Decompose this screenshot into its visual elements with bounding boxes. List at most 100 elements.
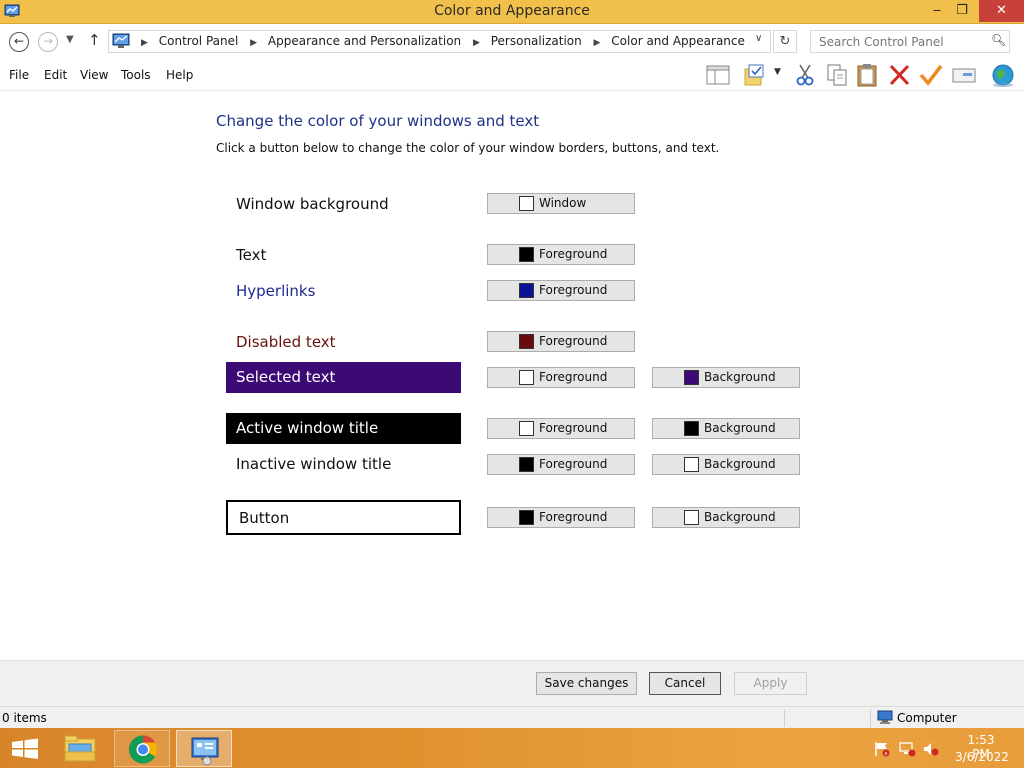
status-bar: 0 items Computer [0, 706, 1024, 728]
restore-button[interactable]: ❐ [950, 0, 974, 22]
breadcrumb-separator[interactable]: ▶ [473, 38, 480, 48]
window-background-button[interactable]: Window [487, 193, 635, 214]
minimize-button[interactable]: ‒ [926, 0, 948, 22]
control-panel-icon [112, 33, 130, 48]
selected-text-background-button[interactable]: Background [652, 367, 800, 388]
chevron-down-icon[interactable]: ▼ [774, 67, 786, 79]
button-label: Foreground [539, 510, 608, 524]
breadcrumb: ▶ Control Panel ▶ Appearance and Persona… [133, 34, 745, 48]
menu-view[interactable]: View [80, 68, 108, 82]
color-swatch [519, 334, 534, 349]
label-hyperlinks: Hyperlinks [236, 282, 316, 300]
menu-file[interactable]: File [9, 68, 29, 82]
label-inactive-window-title: Inactive window title [236, 455, 392, 473]
menu-tools[interactable]: Tools [121, 68, 151, 82]
layout-pane-icon[interactable] [706, 63, 732, 87]
button-label: Foreground [539, 334, 608, 348]
taskbar-control-panel[interactable] [176, 730, 232, 767]
volume-muted-icon[interactable] [922, 741, 940, 757]
copy-icon[interactable] [824, 63, 850, 87]
breadcrumb-control-panel[interactable]: Control Panel [159, 34, 239, 48]
breadcrumb-personalization[interactable]: Personalization [491, 34, 582, 48]
label-button: Button [226, 500, 461, 535]
color-swatch [519, 196, 534, 211]
button-label: Background [704, 421, 776, 435]
address-box[interactable]: ▶ Control Panel ▶ Appearance and Persona… [108, 30, 771, 53]
dialog-footer: Save changes Cancel Apply [0, 660, 1024, 706]
status-divider [870, 709, 871, 727]
color-swatch [519, 370, 534, 385]
save-changes-button[interactable]: Save changes [536, 672, 637, 695]
active-title-foreground-button[interactable]: Foreground [487, 418, 635, 439]
refresh-icon: ↻ [779, 34, 791, 49]
computer-icon [877, 710, 893, 724]
taskbar-file-explorer[interactable] [52, 730, 108, 767]
back-arrow-icon: ← [13, 34, 25, 48]
clock-date[interactable]: 3/6/2022 [955, 750, 1009, 764]
action-center-flag-icon[interactable]: x [873, 741, 891, 757]
main-content: Change the color of your windows and tex… [0, 92, 1024, 660]
windows-logo-icon [12, 738, 38, 759]
page-description: Click a button below to change the color… [216, 141, 720, 155]
address-history-dropdown[interactable]: ∨ [755, 33, 762, 44]
search-icon[interactable]: 🔍︎ [991, 33, 1006, 47]
folder-check-icon[interactable] [742, 63, 768, 87]
search-box[interactable]: 🔍︎ [810, 30, 1010, 53]
apply-button: Apply [734, 672, 807, 695]
page-title: Change the color of your windows and tex… [216, 112, 540, 130]
breadcrumb-separator[interactable]: ▶ [594, 38, 601, 48]
cancel-button[interactable]: Cancel [649, 672, 721, 695]
forward-button[interactable]: → [38, 32, 58, 52]
inactive-title-background-button[interactable]: Background [652, 454, 800, 475]
menu-edit[interactable]: Edit [44, 68, 67, 82]
taskbar-chrome[interactable] [114, 730, 170, 767]
cut-icon[interactable] [792, 63, 818, 87]
search-input[interactable] [811, 31, 986, 52]
breadcrumb-color-and-appearance[interactable]: Color and Appearance [611, 34, 745, 48]
location-label: Computer [897, 711, 957, 725]
svg-text:x: x [885, 751, 888, 757]
breadcrumb-separator[interactable]: ▶ [141, 38, 148, 48]
label-text: Text [236, 246, 267, 264]
close-button[interactable]: ✕ [979, 0, 1024, 22]
text-foreground-button[interactable]: Foreground [487, 244, 635, 265]
button-label: Foreground [539, 247, 608, 261]
breadcrumb-appearance-and-personalization[interactable]: Appearance and Personalization [268, 34, 461, 48]
control-panel-icon [191, 737, 219, 766]
globe-icon[interactable] [990, 63, 1016, 87]
chevron-down-icon: ▼ [66, 34, 74, 45]
taskbar [0, 728, 1024, 768]
chrome-icon [129, 735, 157, 764]
checkmark-icon[interactable] [918, 63, 944, 87]
window-title: Color and Appearance [434, 3, 590, 19]
up-arrow-icon: ↑ [88, 31, 101, 49]
status-divider [784, 709, 785, 727]
start-button[interactable] [0, 730, 50, 767]
chevron-down-icon: ∨ [755, 33, 763, 44]
button-background-button[interactable]: Background [652, 507, 800, 528]
active-title-background-button[interactable]: Background [652, 418, 800, 439]
properties-icon[interactable] [951, 63, 977, 87]
disabled-text-foreground-button[interactable]: Foreground [487, 331, 635, 352]
color-swatch [519, 457, 534, 472]
paste-icon[interactable] [855, 63, 881, 87]
delete-icon[interactable] [887, 63, 913, 87]
file-explorer-icon [64, 735, 96, 762]
menu-help[interactable]: Help [166, 68, 193, 82]
color-swatch [684, 510, 699, 525]
up-button[interactable]: ↑ [88, 31, 101, 49]
back-button[interactable]: ← [9, 32, 29, 52]
network-icon[interactable] [898, 741, 916, 757]
button-foreground-button[interactable]: Foreground [487, 507, 635, 528]
button-label: Background [704, 510, 776, 524]
forward-arrow-icon: → [42, 34, 54, 48]
inactive-title-foreground-button[interactable]: Foreground [487, 454, 635, 475]
selected-text-foreground-button[interactable]: Foreground [487, 367, 635, 388]
hyperlinks-foreground-button[interactable]: Foreground [487, 280, 635, 301]
color-swatch [519, 283, 534, 298]
color-swatch [684, 421, 699, 436]
label-active-window-title: Active window title [226, 413, 461, 444]
breadcrumb-separator[interactable]: ▶ [250, 38, 257, 48]
refresh-button[interactable]: ↻ [773, 30, 797, 53]
recent-locations-dropdown[interactable]: ▼ [66, 34, 74, 45]
